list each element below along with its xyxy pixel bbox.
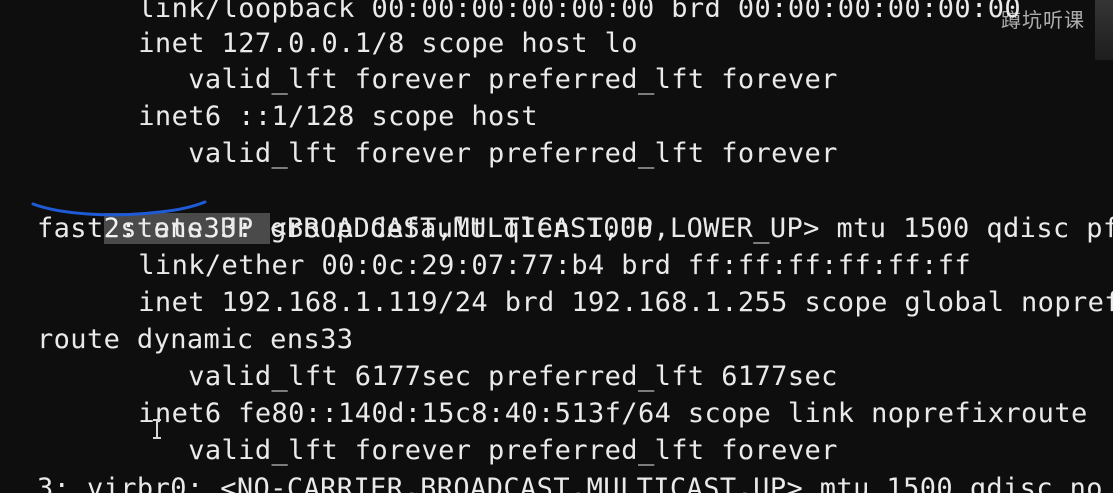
- terminal-line: valid_lft forever preferred_lft forever: [55, 435, 838, 466]
- terminal-line: valid_lft forever preferred_lft forever: [55, 138, 838, 169]
- terminal-line: fast state UP group default qlen 1000: [37, 213, 654, 244]
- terminal-line: inet 127.0.0.1/8 scope host lo: [55, 28, 638, 59]
- terminal-line: route dynamic ens33: [37, 324, 354, 355]
- terminal-line: valid_lft forever preferred_lft forever: [55, 64, 838, 95]
- terminal-line: inet6 fe80::140d:15c8:40:513f/64 scope l…: [55, 398, 1088, 429]
- terminal-output[interactable]: link/loopback 00:00:00:00:00:00 brd 00:0…: [0, 0, 1113, 493]
- terminal-line: link/ether 00:0c:29:07:77:b4 brd ff:ff:f…: [55, 250, 972, 281]
- terminal-line: valid_lft 6177sec preferred_lft 6177sec: [55, 361, 838, 392]
- watermark-logo: 蹲坑听课: [1001, 8, 1085, 32]
- terminal-line: link/loopback 00:00:00:00:00:00 brd 00:0…: [55, 0, 1022, 24]
- terminal-line: 3: virbr0: <NO-CARRIER,BROADCAST,MULTICA…: [37, 473, 1103, 493]
- terminal-line: inet 192.168.1.119/24 brd 192.168.1.255 …: [55, 287, 1113, 318]
- video-overlay-strip: [1095, 0, 1113, 60]
- text-cursor-icon: [153, 419, 161, 439]
- terminal-line: inet6 ::1/128 scope host: [55, 101, 539, 132]
